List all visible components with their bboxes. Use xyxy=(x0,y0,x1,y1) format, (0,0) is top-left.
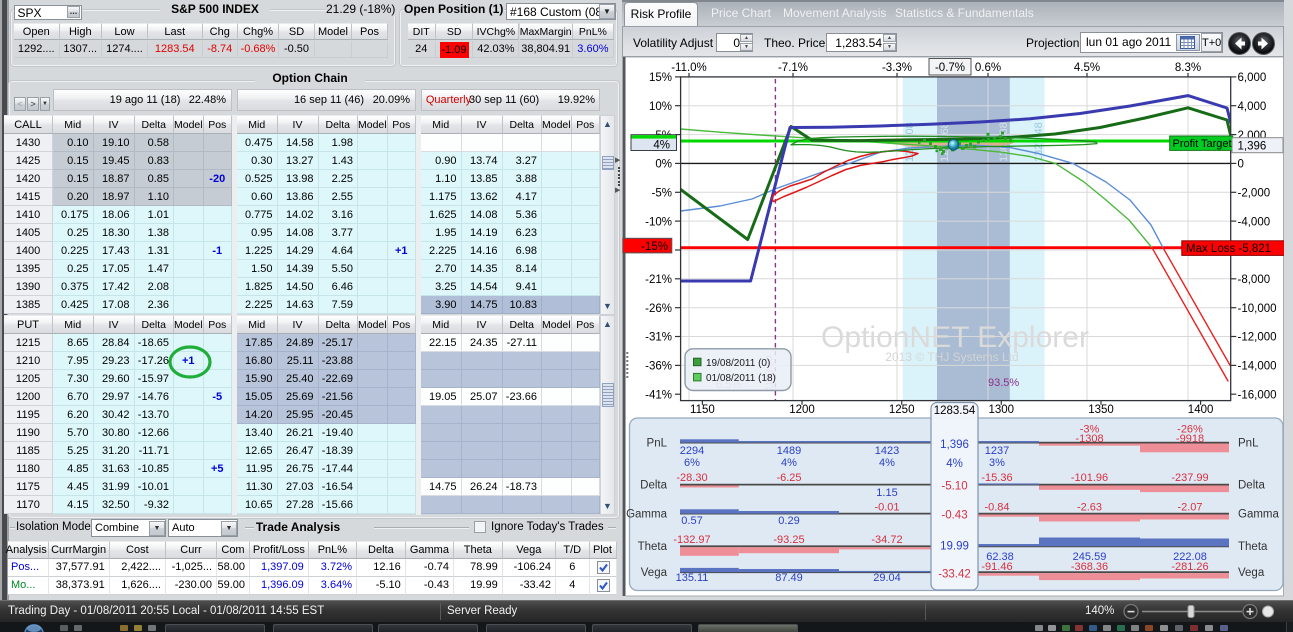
svg-text:135.11: 135.11 xyxy=(676,572,709,584)
svg-text:6,000: 6,000 xyxy=(1238,72,1267,84)
svg-text:-26%: -26% xyxy=(645,303,672,315)
svg-text:1350: 1350 xyxy=(1088,404,1114,416)
svg-text:-16,000: -16,000 xyxy=(1238,389,1277,401)
svg-text:Delta: Delta xyxy=(640,480,667,492)
svg-text:15%: 15% xyxy=(649,72,672,84)
svg-text:2013 © THJ Systems Ltd: 2013 © THJ Systems Ltd xyxy=(885,350,1018,364)
svg-text:29.04: 29.04 xyxy=(873,572,901,584)
svg-text:1489: 1489 xyxy=(777,445,801,457)
svg-text:-36%: -36% xyxy=(645,361,672,373)
svg-text:Max Loss -5,821: Max Loss -5,821 xyxy=(1186,243,1271,255)
svg-text:-6.25: -6.25 xyxy=(776,472,801,484)
svg-text:1,396: 1,396 xyxy=(940,439,969,451)
svg-text:4.5%: 4.5% xyxy=(1074,62,1100,74)
svg-text:-93.25: -93.25 xyxy=(773,534,804,546)
svg-text:0%: 0% xyxy=(655,159,672,171)
svg-text:0.29: 0.29 xyxy=(778,515,799,527)
svg-text:-132.97: -132.97 xyxy=(673,534,710,546)
svg-text:4,000: 4,000 xyxy=(1238,101,1267,113)
svg-text:-31%: -31% xyxy=(645,332,672,344)
svg-text:-281.26: -281.26 xyxy=(1171,561,1208,573)
svg-text:Profit Target: Profit Target xyxy=(1173,138,1232,150)
svg-text:-12,000: -12,000 xyxy=(1238,332,1277,344)
svg-text:-1308: -1308 xyxy=(1075,433,1103,445)
svg-text:Delta: Delta xyxy=(1238,480,1265,492)
svg-text:6%: 6% xyxy=(684,457,700,469)
svg-text:Vega: Vega xyxy=(641,567,668,579)
svg-text:-91.46: -91.46 xyxy=(981,561,1012,573)
svg-text:-10,000: -10,000 xyxy=(1238,303,1277,315)
svg-text:1250: 1250 xyxy=(889,404,915,416)
svg-text:-237.99: -237.99 xyxy=(1171,472,1208,484)
svg-text:1.15: 1.15 xyxy=(876,487,897,499)
svg-text:1,396: 1,396 xyxy=(1238,141,1267,153)
svg-text:-28.30: -28.30 xyxy=(676,472,707,484)
svg-text:87.49: 87.49 xyxy=(775,572,803,584)
svg-text:-34.72: -34.72 xyxy=(871,534,902,546)
svg-text:0.57: 0.57 xyxy=(681,515,702,527)
svg-text:1423: 1423 xyxy=(875,445,899,457)
svg-text:-9918: -9918 xyxy=(1176,433,1204,445)
svg-text:PnL: PnL xyxy=(647,438,668,450)
svg-text:-21%: -21% xyxy=(645,274,672,286)
svg-text:2294: 2294 xyxy=(680,445,704,457)
svg-text:-2,000: -2,000 xyxy=(1238,188,1271,200)
svg-text:-368.36: -368.36 xyxy=(1071,561,1108,573)
svg-text:19/08/2011 (0): 19/08/2011 (0) xyxy=(706,358,770,369)
svg-text:4%: 4% xyxy=(946,458,963,470)
svg-text:-101.96: -101.96 xyxy=(1071,472,1108,484)
svg-text:3%: 3% xyxy=(989,457,1005,469)
svg-text:-3.3%: -3.3% xyxy=(882,62,912,74)
svg-text:Gamma: Gamma xyxy=(1238,509,1280,521)
svg-text:PnL: PnL xyxy=(1238,438,1259,450)
svg-text:1150: 1150 xyxy=(690,404,715,416)
svg-text:8.3%: 8.3% xyxy=(1175,62,1201,74)
svg-text:Theta: Theta xyxy=(638,541,668,553)
svg-text:-2.07: -2.07 xyxy=(1177,501,1202,513)
svg-text:-5%: -5% xyxy=(652,188,672,200)
svg-text:Vega: Vega xyxy=(1238,567,1265,579)
svg-text:1283.54: 1283.54 xyxy=(934,405,976,417)
svg-text:1237: 1237 xyxy=(985,445,1009,457)
svg-text:10%: 10% xyxy=(649,101,672,113)
svg-text:-0.43: -0.43 xyxy=(941,510,967,522)
svg-text:-5.10: -5.10 xyxy=(941,481,967,493)
svg-text:93.5%: 93.5% xyxy=(988,377,1019,389)
svg-text:-14,000: -14,000 xyxy=(1238,361,1277,373)
svg-text:19.99: 19.99 xyxy=(940,541,969,553)
svg-text:1200: 1200 xyxy=(789,404,815,416)
svg-text:Gamma: Gamma xyxy=(626,509,668,521)
svg-text:-8,000: -8,000 xyxy=(1238,274,1271,286)
svg-text:0.6%: 0.6% xyxy=(975,62,1001,74)
svg-text:01/08/2011 (18): 01/08/2011 (18) xyxy=(706,373,776,384)
svg-text:-0.7%: -0.7% xyxy=(935,62,965,74)
svg-text:-15%: -15% xyxy=(641,241,668,253)
svg-text:4%: 4% xyxy=(781,457,797,469)
svg-text:4%: 4% xyxy=(653,139,670,151)
svg-text:-4,000: -4,000 xyxy=(1238,216,1271,228)
svg-text:4%: 4% xyxy=(879,457,895,469)
svg-text:-15.36: -15.36 xyxy=(981,472,1012,484)
svg-text:-7.1%: -7.1% xyxy=(778,62,808,74)
svg-text:-0.84: -0.84 xyxy=(984,501,1009,513)
svg-text:Theta: Theta xyxy=(1238,541,1268,553)
svg-text:-33.42: -33.42 xyxy=(938,569,971,581)
svg-text:1400: 1400 xyxy=(1188,404,1214,416)
svg-text:-11.0%: -11.0% xyxy=(671,62,707,74)
svg-text:1300: 1300 xyxy=(989,404,1015,416)
svg-text:0: 0 xyxy=(1238,159,1244,171)
svg-text:-10%: -10% xyxy=(645,216,672,228)
svg-text:-41%: -41% xyxy=(645,389,672,401)
svg-text:-0.01: -0.01 xyxy=(874,501,899,513)
svg-text:-2.63: -2.63 xyxy=(1077,501,1102,513)
